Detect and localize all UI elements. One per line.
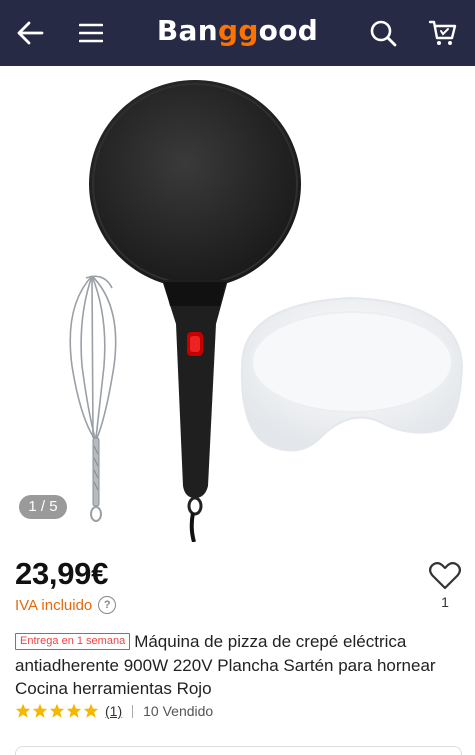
product-title: Entrega en 1 semana Máquina de pizza de c… [15, 630, 463, 701]
help-icon[interactable]: ? [98, 596, 117, 614]
image-counter: 1 / 5 [19, 495, 67, 519]
star-icon [15, 703, 31, 718]
star-icon [66, 703, 82, 718]
product-image [69, 80, 464, 543]
star-icon [83, 703, 99, 718]
delivery-badge: Entrega en 1 semana [15, 633, 131, 650]
wishlist-count: 1 [441, 594, 449, 610]
rating-row: (1) 10 Vendido [15, 703, 213, 719]
cart-icon [428, 20, 457, 45]
search-icon [370, 20, 397, 47]
reviews-link[interactable]: (1) [105, 703, 122, 719]
vat-label: IVA incluido [15, 596, 93, 614]
wishlist-button[interactable] [428, 561, 462, 591]
product-price: 23,99€ [15, 556, 109, 591]
cart-button[interactable] [423, 13, 463, 53]
heart-icon [429, 562, 461, 590]
top-bar: Banggood [0, 0, 475, 66]
divider [132, 704, 134, 718]
banggood-logo[interactable]: Banggood [0, 14, 475, 47]
star-icon [32, 703, 48, 718]
rating-stars[interactable] [15, 703, 99, 719]
search-button[interactable] [363, 13, 403, 53]
next-section-card [15, 746, 462, 755]
sold-count: 10 Vendido [143, 703, 214, 719]
logo-text-prefix: Ban [156, 14, 218, 47]
logo-text-suffix: ood [258, 14, 319, 47]
product-image-gallery[interactable]: 1 / 5 [0, 66, 475, 543]
vat-info[interactable]: IVA incluido ? [15, 596, 117, 614]
logo-text-highlight: gg [217, 14, 259, 47]
star-icon [49, 703, 65, 718]
